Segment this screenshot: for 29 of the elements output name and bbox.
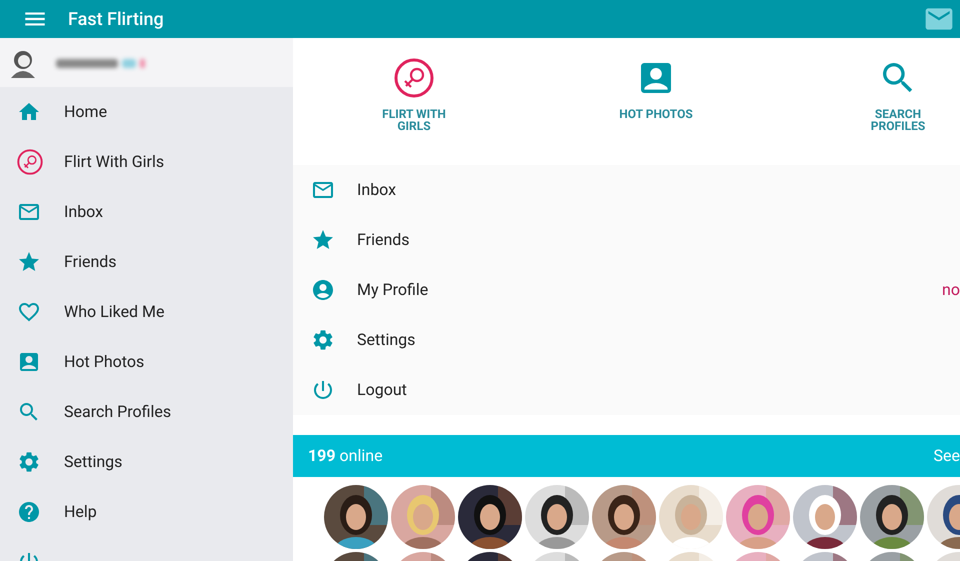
menu-item[interactable]: Inbox bbox=[357, 178, 396, 202]
sidebar-item[interactable]: Home bbox=[0, 87, 293, 137]
sidebar-item[interactable]: Search Profiles bbox=[0, 387, 293, 437]
help-icon bbox=[17, 500, 41, 524]
settings-icon bbox=[17, 450, 41, 474]
menu-item[interactable]: Logout bbox=[357, 378, 407, 402]
app-title: Fast Flirting bbox=[68, 8, 164, 32]
sidebar-item[interactable]: Hot Photos bbox=[0, 337, 293, 387]
female-symbol-icon bbox=[17, 149, 43, 175]
sidebar-item[interactable]: Inbox bbox=[0, 187, 293, 237]
sidebar-item[interactable]: Who Liked Me bbox=[0, 287, 293, 337]
menu-item[interactable]: My Profile bbox=[357, 278, 428, 302]
menu-item[interactable]: Friends bbox=[357, 228, 410, 252]
menu-item[interactable]: Settings bbox=[357, 328, 416, 352]
sidebar-item[interactable]: Flirt With Girls bbox=[0, 137, 293, 187]
portrait-icon bbox=[17, 350, 41, 374]
profile-icon bbox=[311, 278, 335, 302]
sidebar-item[interactable]: Friends bbox=[0, 237, 293, 287]
quick-action[interactable]: HOT PHOTOS bbox=[535, 38, 777, 165]
heart-icon bbox=[17, 300, 41, 324]
quick-action[interactable]: FLIRT WITH GIRLS bbox=[293, 38, 535, 165]
female-symbol-icon bbox=[394, 58, 434, 98]
sidebar-item[interactable]: Settings bbox=[0, 437, 293, 487]
quick-action[interactable]: SEARCH PROFILES bbox=[777, 38, 960, 165]
sidebar-item[interactable]: Help bbox=[0, 487, 293, 537]
settings-icon bbox=[311, 328, 335, 352]
power-icon bbox=[311, 378, 335, 402]
online-count: 199 online bbox=[308, 445, 383, 467]
profile-status: no bbox=[942, 279, 960, 301]
